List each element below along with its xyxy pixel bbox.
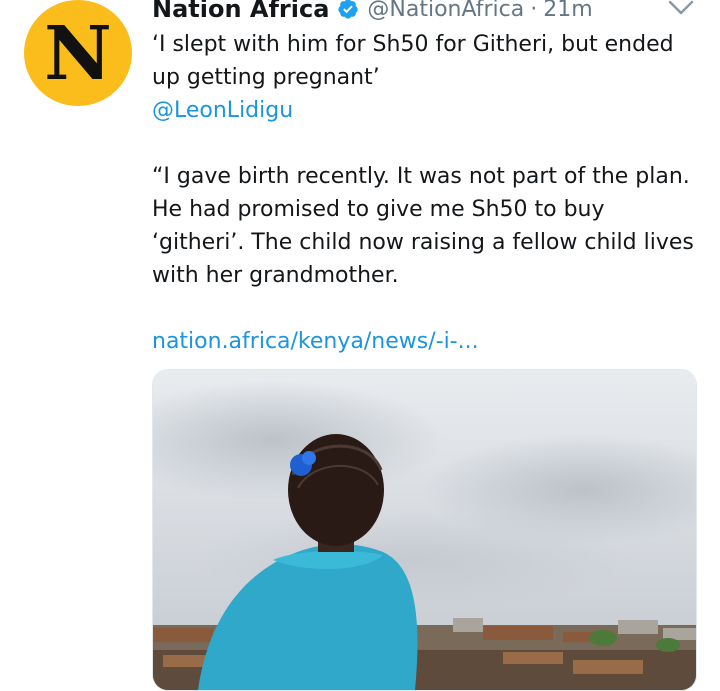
chevron-down-icon[interactable] [668, 0, 694, 18]
avatar-logo-letter: N [44, 11, 112, 97]
verified-badge-icon [338, 0, 359, 19]
avatar[interactable]: N [24, 0, 132, 106]
tweet-headline: ‘I slept with him for Sh50 for Githeri, … [152, 32, 674, 90]
account-name[interactable]: Nation Africa [152, 0, 329, 23]
mention-link[interactable]: @LeonLidigu [152, 94, 700, 127]
tweet-body: ‘I slept with him for Sh50 for Githeri, … [152, 28, 700, 358]
tweet-timestamp[interactable]: 21m [543, 0, 592, 22]
tweet-quote: “I gave birth recently. It was not part … [152, 164, 694, 288]
separator-dot: · [530, 0, 538, 22]
tweet-media-image[interactable] [152, 369, 697, 691]
tweet-header: Nation Africa @NationAfrica · 21m [152, 0, 690, 26]
photo-girl-over-rooftops [153, 370, 696, 690]
article-link[interactable]: nation.africa/kenya/news/-i-... [152, 325, 700, 358]
account-handle[interactable]: @NationAfrica [367, 0, 524, 22]
